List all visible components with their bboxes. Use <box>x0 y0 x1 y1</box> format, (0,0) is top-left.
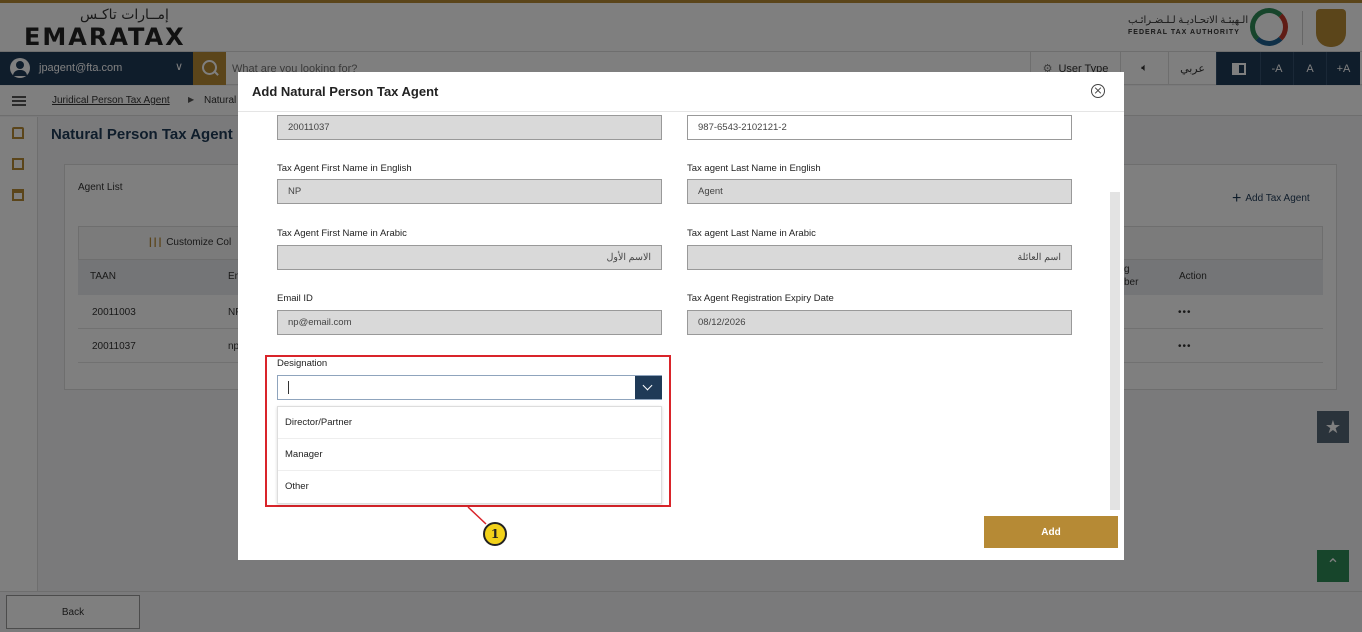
expiry-date-field: 08/12/2026 <box>687 310 1072 335</box>
first-name-en-label: Tax Agent First Name in English <box>277 163 412 174</box>
expiry-date-label: Tax Agent Registration Expiry Date <box>687 293 834 304</box>
chevron-down-icon[interactable] <box>635 376 662 399</box>
first-name-ar-label: Tax Agent First Name in Arabic <box>277 228 407 239</box>
last-name-ar-field: اسم العائلة <box>687 245 1072 270</box>
callout-number-badge: 1 <box>483 522 507 546</box>
add-button[interactable]: Add <box>984 516 1118 548</box>
designation-option-manager[interactable]: Manager <box>278 439 661 471</box>
designation-option-director[interactable]: Director/Partner <box>278 407 661 439</box>
designation-select[interactable] <box>277 375 662 400</box>
last-name-ar-label: Tax agent Last Name in Arabic <box>687 228 816 239</box>
modal-title: Add Natural Person Tax Agent <box>252 84 439 99</box>
email-label: Email ID <box>277 293 313 304</box>
last-name-en-field: Agent <box>687 179 1072 204</box>
designation-option-other[interactable]: Other <box>278 471 661 503</box>
first-name-en-field: NP <box>277 179 662 204</box>
taan-field: 20011037 <box>277 115 662 140</box>
last-name-en-label: Tax agent Last Name in English <box>687 163 821 174</box>
email-field: np@email.com <box>277 310 662 335</box>
first-name-ar-field: الاسم الأول <box>277 245 662 270</box>
close-icon[interactable] <box>1091 84 1105 98</box>
designation-dropdown: Director/Partner Manager Other <box>277 406 662 504</box>
modal-scrollbar[interactable] <box>1110 192 1120 510</box>
registration-number-field[interactable]: 987-6543-2102121-2 <box>687 115 1072 140</box>
text-caret <box>288 381 289 394</box>
designation-label: Designation <box>277 358 328 369</box>
modal-header: Add Natural Person Tax Agent <box>238 72 1124 112</box>
add-tax-agent-modal: Add Natural Person Tax Agent 20011037 98… <box>238 72 1124 560</box>
